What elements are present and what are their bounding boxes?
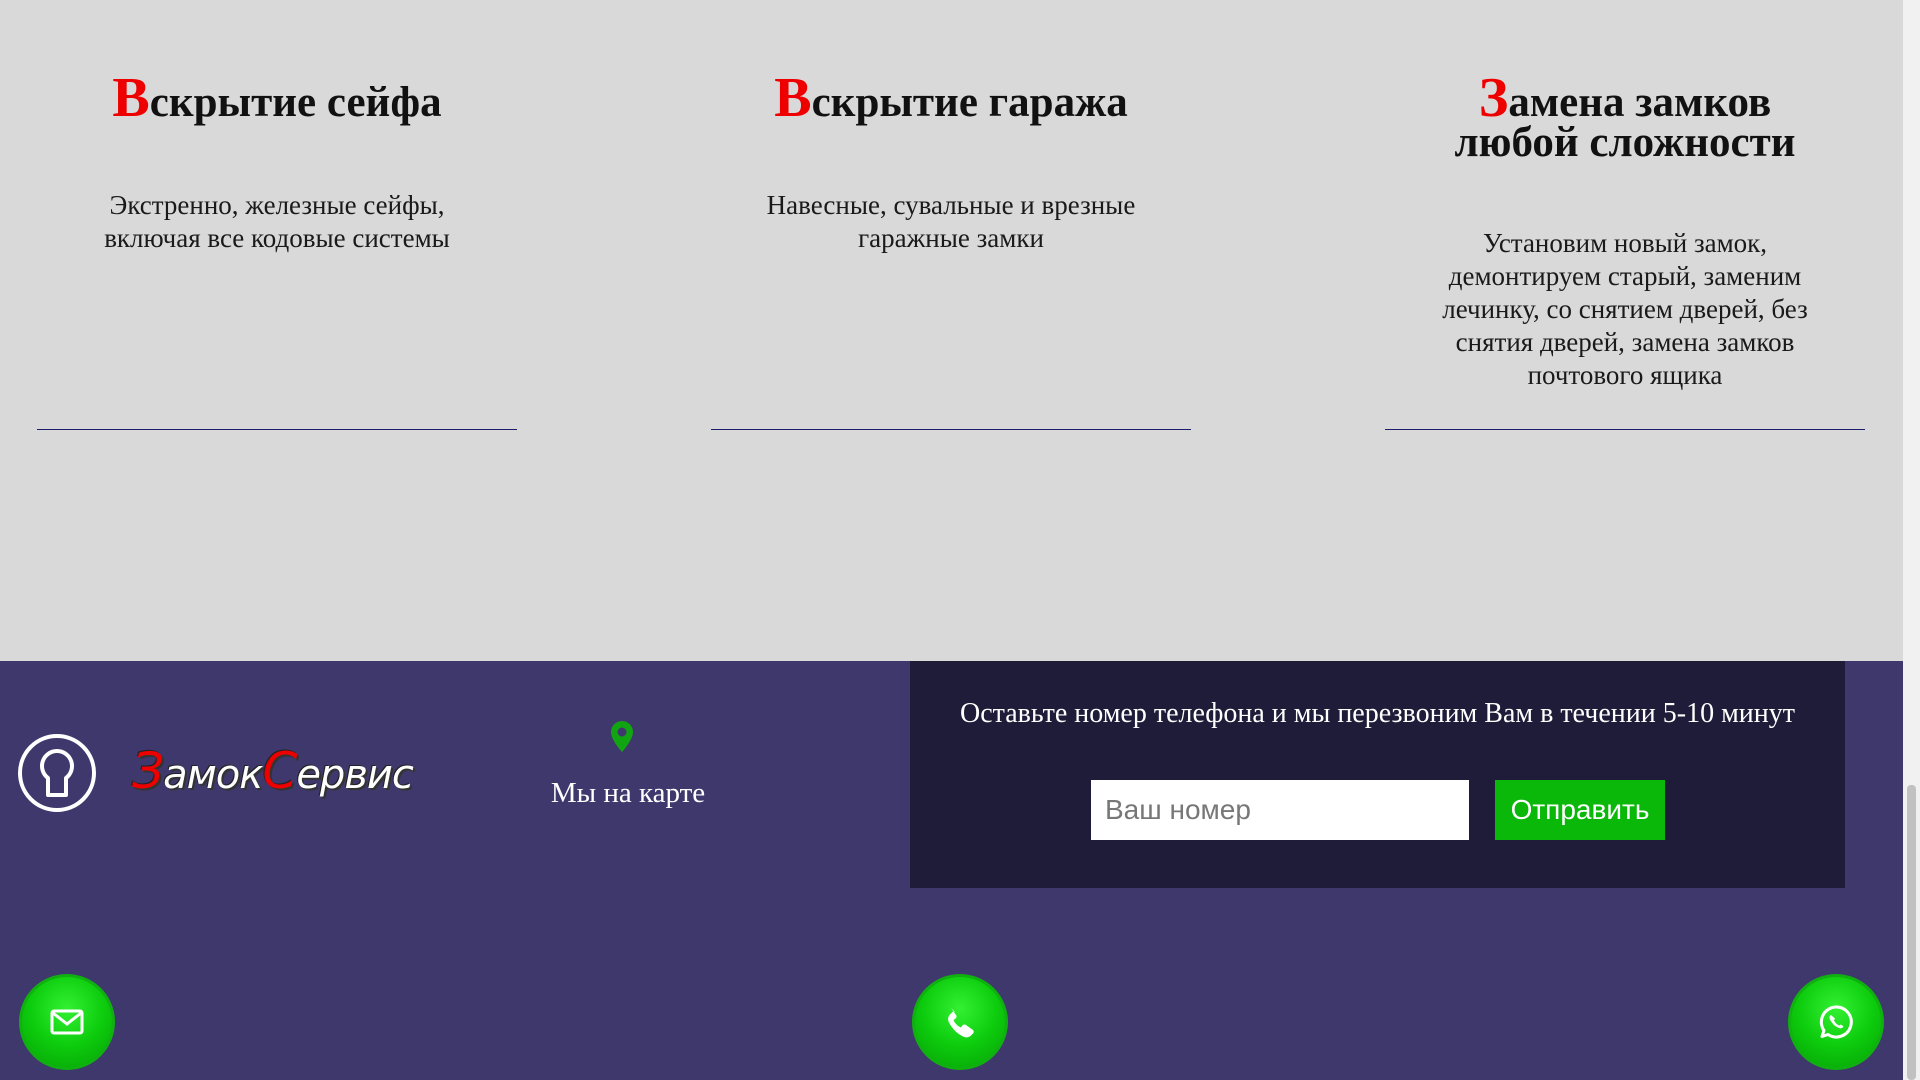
call-button[interactable] xyxy=(912,974,1008,1070)
service-title: Вскрытие сейфа xyxy=(37,70,517,126)
service-title: Замена замков любой сложности xyxy=(1445,70,1805,164)
map-pin-icon[interactable] xyxy=(609,719,647,766)
phone-icon xyxy=(948,1008,974,1038)
title-initial: В xyxy=(774,67,812,129)
submit-button[interactable]: Отправить xyxy=(1495,780,1665,840)
whatsapp-button[interactable] xyxy=(1788,974,1884,1070)
service-title: Вскрытие гаража xyxy=(711,70,1191,126)
brand-part: амок xyxy=(163,752,263,798)
map-link[interactable]: Мы на карте xyxy=(500,777,756,810)
page-scrollbar[interactable] xyxy=(1903,0,1920,1080)
email-button[interactable] xyxy=(19,974,115,1070)
scrollbar-thumb[interactable] xyxy=(1907,785,1916,1080)
whatsapp-icon xyxy=(1819,1005,1853,1039)
keyhole-icon[interactable] xyxy=(18,734,96,812)
service-description: Установим новый замок, демонтируем стары… xyxy=(1442,228,1808,390)
services-section: Вскрытие сейфа Экстренно, железные сейфы… xyxy=(0,0,1903,661)
title-initial: В xyxy=(112,67,150,129)
service-divider xyxy=(1385,429,1865,430)
callback-text: Оставьте номер телефона и мы перезвоним … xyxy=(960,698,1795,729)
service-divider xyxy=(711,429,1191,430)
brand-part: ервис xyxy=(296,752,414,798)
title-rest: скрытие сейфа xyxy=(149,79,442,126)
title-rest: скрытие гаража xyxy=(811,79,1128,126)
brand-logo[interactable]: ЗамокСервис xyxy=(132,742,414,800)
brand-initial: З xyxy=(132,742,164,800)
mail-icon xyxy=(50,1009,84,1035)
service-description: Экстренно, железные сейфы, включая все к… xyxy=(104,190,450,253)
phone-input[interactable] xyxy=(1091,780,1469,840)
callback-form: Оставьте номер телефона и мы перезвоним … xyxy=(910,661,1845,888)
brand-initial: С xyxy=(262,742,297,800)
service-divider xyxy=(37,429,517,430)
service-description: Навесные, сувальные и врезные гаражные з… xyxy=(766,190,1136,253)
